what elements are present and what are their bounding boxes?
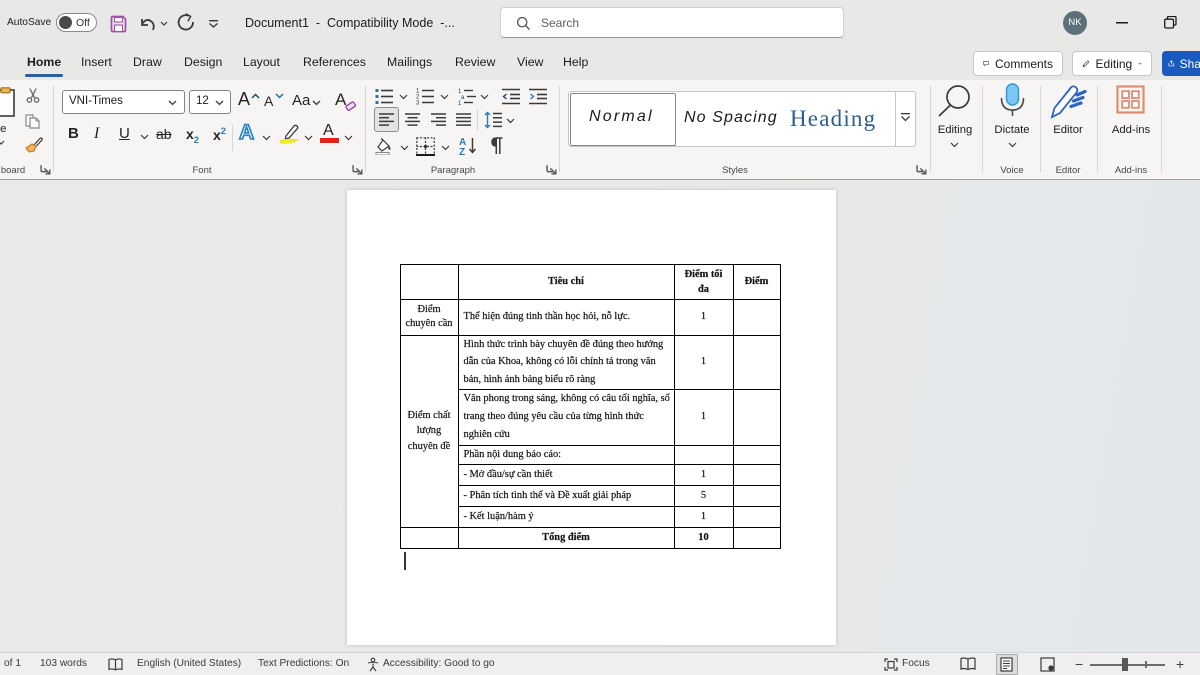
svg-text:Z: Z bbox=[459, 147, 465, 156]
svg-text:3: 3 bbox=[416, 101, 420, 107]
svg-text:a: a bbox=[461, 95, 465, 101]
svg-text:1: 1 bbox=[458, 101, 462, 106]
